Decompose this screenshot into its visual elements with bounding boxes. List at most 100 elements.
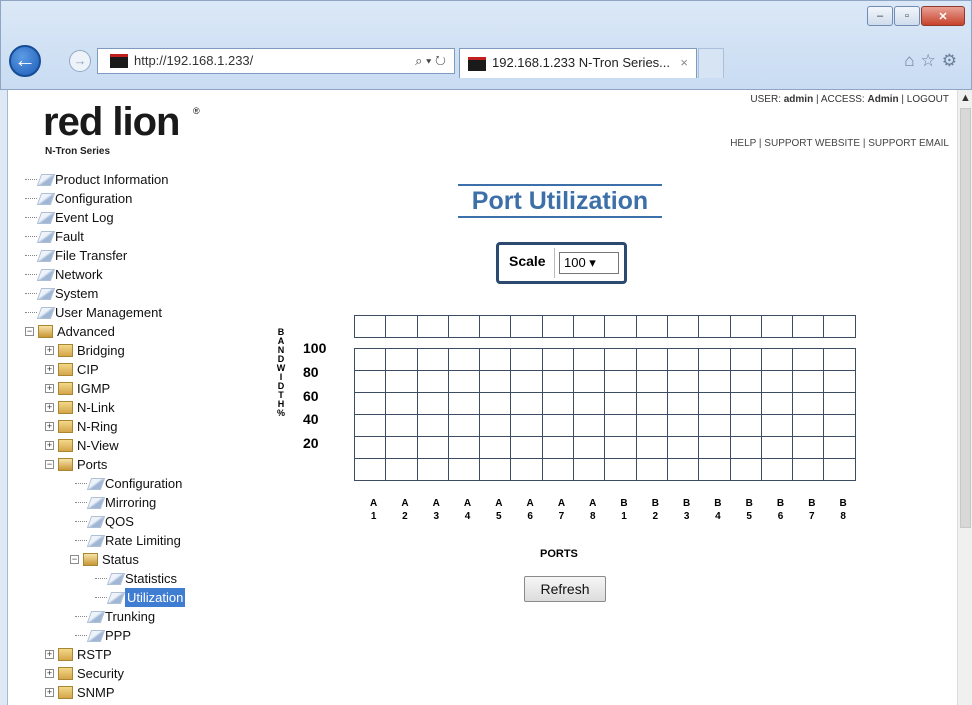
tree-item-cip[interactable]: + CIP xyxy=(45,360,99,379)
home-icon[interactable]: ⌂ xyxy=(904,51,920,70)
tree-item-statistics[interactable]: Statistics xyxy=(95,569,177,588)
tree-item-n-ring[interactable]: + N-Ring xyxy=(45,417,117,436)
grid-cell xyxy=(729,315,762,338)
grid-cell xyxy=(479,414,512,437)
tree-item-configuration[interactable]: Configuration xyxy=(25,189,132,208)
tree-item-fault[interactable]: Fault xyxy=(25,227,84,246)
access-level: Admin xyxy=(867,94,899,105)
page-icon xyxy=(86,610,106,623)
address-bar[interactable]: http://192.168.1.233/ ⌕ ▾ ↻ xyxy=(97,48,455,74)
tree-item-ports-configuration[interactable]: Configuration xyxy=(75,474,182,493)
grid-cell xyxy=(353,315,387,338)
tree-item-rate-limiting[interactable]: Rate Limiting xyxy=(75,531,181,550)
browser-tab[interactable]: 192.168.1.233 N-Tron Series... × xyxy=(459,48,697,78)
grid-cell xyxy=(416,414,449,437)
tree-label: User Management xyxy=(55,305,162,320)
grid-cell xyxy=(479,315,512,338)
tree-item-trunking[interactable]: Trunking xyxy=(75,607,155,626)
gear-icon[interactable]: ⚙ xyxy=(942,51,963,70)
tree-item-qos[interactable]: QOS xyxy=(75,512,134,531)
tree-label: N-View xyxy=(77,438,119,453)
close-button[interactable]: ✕ xyxy=(921,6,965,26)
tree-label: CIP xyxy=(77,362,99,377)
tree-item-bridging[interactable]: + Bridging xyxy=(45,341,125,360)
tree-item-file-transfer[interactable]: File Transfer xyxy=(25,246,127,265)
tree-item-mirroring[interactable]: Mirroring xyxy=(75,493,156,512)
expand-icon[interactable]: + xyxy=(45,346,54,355)
page-icon xyxy=(36,287,56,300)
tree-item-user-management[interactable]: User Management xyxy=(25,303,162,322)
tree-item-snmp[interactable]: + SNMP xyxy=(45,683,115,702)
grid-cell xyxy=(416,315,449,338)
grid-cell xyxy=(604,370,637,393)
tree-label: Configuration xyxy=(55,191,133,206)
grid-cell xyxy=(510,458,543,481)
minimize-button[interactable]: – xyxy=(867,6,893,26)
scroll-up-icon[interactable]: ▲ xyxy=(958,90,972,106)
refresh-button[interactable]: Refresh xyxy=(524,576,606,602)
tree-item-ports[interactable]: − Ports xyxy=(45,455,107,474)
logout-link[interactable]: LOGOUT xyxy=(907,94,949,105)
grid-cell xyxy=(698,414,731,437)
tree-item-advanced[interactable]: − Advanced xyxy=(25,322,115,341)
port-label: A8 xyxy=(589,498,597,522)
tab-close-icon[interactable]: × xyxy=(680,49,688,77)
tree-item-system[interactable]: System xyxy=(25,284,98,303)
expand-icon[interactable]: + xyxy=(45,441,54,450)
grid-cell xyxy=(353,458,387,481)
collapse-icon[interactable]: − xyxy=(45,460,54,469)
port-label: B6 xyxy=(776,498,785,522)
grid-cell xyxy=(479,436,512,459)
expand-icon[interactable]: + xyxy=(45,422,54,431)
grid-cell xyxy=(447,458,481,481)
page-icon xyxy=(36,230,56,243)
tree-item-igmp[interactable]: + IGMP xyxy=(45,379,110,398)
grid-cell xyxy=(792,370,825,393)
expand-icon[interactable]: + xyxy=(45,669,54,678)
scale-select[interactable]: 100 ▾ xyxy=(559,252,619,274)
forward-button[interactable]: → xyxy=(69,50,91,72)
collapse-icon[interactable]: − xyxy=(70,555,79,564)
address-tools[interactable]: ⌕ ▾ ↻ xyxy=(415,49,446,73)
scroll-thumb[interactable] xyxy=(960,108,971,528)
expand-icon[interactable]: + xyxy=(45,688,54,697)
tree-item-utilization[interactable]: Utilization xyxy=(95,588,186,607)
tree-item-rstp[interactable]: + RSTP xyxy=(45,645,112,664)
help-link[interactable]: HELP xyxy=(730,138,756,149)
grid-cell xyxy=(760,370,794,393)
tree-item-n-link[interactable]: + N-Link xyxy=(45,398,115,417)
grid-cell xyxy=(666,414,700,437)
support-email-link[interactable]: SUPPORT EMAIL xyxy=(868,138,949,149)
collapse-icon[interactable]: − xyxy=(25,327,34,336)
grid-cell xyxy=(510,414,543,437)
grid-cell xyxy=(353,348,387,371)
tree-item-status[interactable]: − Status xyxy=(70,550,139,569)
grid-cell xyxy=(666,315,700,338)
grid-cell xyxy=(510,370,543,393)
logo-brand: red lion xyxy=(43,100,180,144)
tree-item-ppp[interactable]: PPP xyxy=(75,626,131,645)
grid-cell xyxy=(573,436,606,459)
tree-item-security[interactable]: + Security xyxy=(45,664,124,683)
folder-icon xyxy=(58,686,73,699)
page-icon xyxy=(36,211,56,224)
star-icon[interactable]: ☆ xyxy=(921,51,942,70)
expand-icon[interactable]: + xyxy=(45,650,54,659)
tree-item-event-log[interactable]: Event Log xyxy=(25,208,114,227)
expand-icon[interactable]: + xyxy=(45,403,54,412)
support-website-link[interactable]: SUPPORT WEBSITE xyxy=(764,138,860,149)
tree-item-network[interactable]: Network xyxy=(25,265,103,284)
new-tab-button[interactable] xyxy=(698,48,724,78)
back-button[interactable]: ← xyxy=(9,45,41,77)
grid-cell xyxy=(385,414,418,437)
folder-open-icon xyxy=(83,553,98,566)
tree-item-n-view[interactable]: + N-View xyxy=(45,436,119,455)
y-tick-60: 60 xyxy=(303,388,319,404)
expand-icon[interactable]: + xyxy=(45,365,54,374)
vertical-scrollbar[interactable]: ▲ xyxy=(957,90,972,705)
maximize-button[interactable]: ▫ xyxy=(894,6,920,26)
tree-item-product-information[interactable]: Product Information xyxy=(25,170,168,189)
tree-label: Mirroring xyxy=(105,495,157,510)
scale-label: Scale xyxy=(509,253,546,269)
expand-icon[interactable]: + xyxy=(45,384,54,393)
